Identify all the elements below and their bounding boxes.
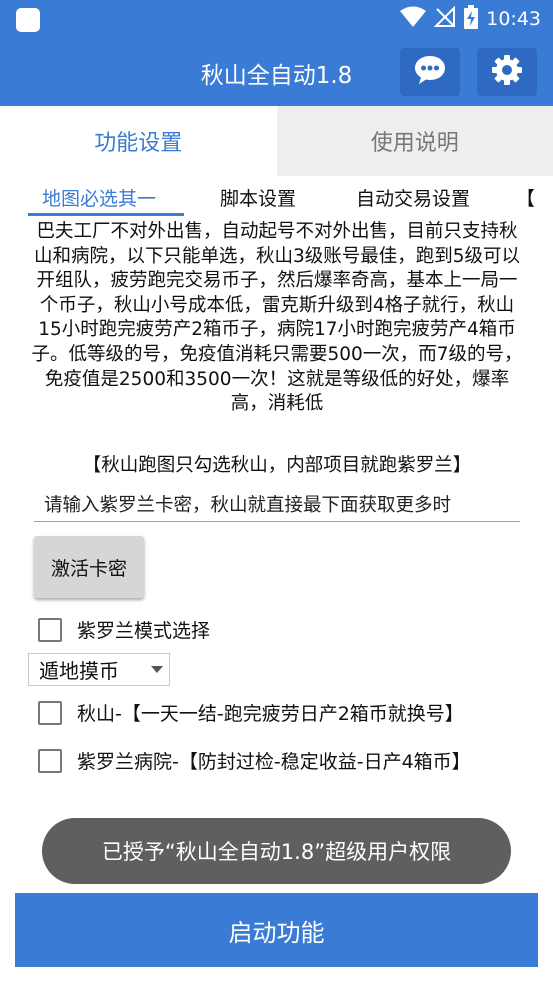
qiushan-option[interactable]: 秋山-【一天一结-跑完疲劳日产2箱币就换号】 xyxy=(38,699,464,726)
tab-function-settings[interactable]: 功能设置 xyxy=(0,106,277,176)
chat-icon xyxy=(413,54,447,90)
no-signal-icon xyxy=(433,5,456,32)
chat-button[interactable] xyxy=(400,48,460,96)
note-text: 【秋山跑图只勾选秋山，内部项目就跑紫罗兰】 xyxy=(82,455,472,476)
start-function-button[interactable]: 启动功能 xyxy=(15,893,538,967)
qiushan-checkbox[interactable] xyxy=(38,700,62,725)
status-icons: 10:43 xyxy=(400,5,541,33)
violet-hospital-label: 紫罗兰病院-【防封过检-稳定收益-日产4箱币】 xyxy=(77,751,471,773)
violet-hospital-option[interactable]: 紫罗兰病院-【防封过检-稳定收益-日产4箱币】 xyxy=(38,747,471,774)
status-time: 10:43 xyxy=(486,8,541,30)
dropdown-caret-icon xyxy=(151,666,163,673)
settings-button[interactable] xyxy=(477,48,537,96)
app-title: 秋山全自动1.8 xyxy=(200,63,353,89)
map-mode-select[interactable]: 遁地摸币 xyxy=(28,653,170,686)
violet-mode-label: 紫罗兰模式选择 xyxy=(77,620,211,642)
subtab-map-select[interactable]: 地图必选其一 xyxy=(42,184,156,211)
subtab-auto-trade-settings[interactable]: 自动交易设置 xyxy=(356,184,470,211)
status-bar: 10:43 xyxy=(0,0,553,38)
tab-usage-instructions[interactable]: 使用说明 xyxy=(276,106,553,176)
battery-charging-icon xyxy=(464,5,479,33)
main-tabs: 功能设置 使用说明 xyxy=(0,106,553,176)
subtab-overflow[interactable]: 【 xyxy=(516,184,535,211)
app-icon xyxy=(16,8,40,32)
wifi-icon xyxy=(400,6,427,32)
qiushan-label: 秋山-【一天一结-跑完疲劳日产2箱币就换号】 xyxy=(77,703,464,725)
subtab-indicator xyxy=(28,213,184,216)
gear-icon xyxy=(491,54,523,90)
description-text: 巴夫工厂不对外出售，自动起号不对外出售，目前只支持秋山和病院，以下只能单选，秋山… xyxy=(31,221,523,415)
violet-mode-option[interactable]: 紫罗兰模式选择 xyxy=(38,616,210,643)
app-bar: 秋山全自动1.8 xyxy=(0,38,553,106)
toast-message: 已授予“秋山全自动1.8”超级用户权限 xyxy=(42,818,511,884)
map-mode-select-value: 遁地摸币 xyxy=(39,659,119,683)
key-input[interactable] xyxy=(34,486,520,522)
violet-hospital-checkbox[interactable] xyxy=(38,748,62,773)
sub-tabs: 地图必选其一 脚本设置 自动交易设置 【 xyxy=(0,178,553,218)
subtab-script-settings[interactable]: 脚本设置 xyxy=(220,184,296,211)
violet-mode-checkbox[interactable] xyxy=(38,617,62,642)
activate-key-button[interactable]: 激活卡密 xyxy=(34,536,144,598)
